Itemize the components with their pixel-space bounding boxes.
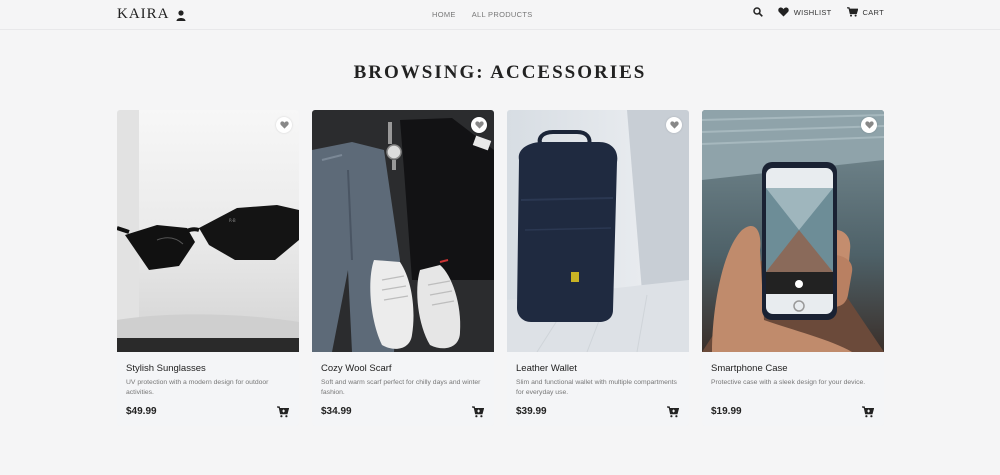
user-icon[interactable]: [176, 8, 186, 21]
nav-actions: WISHLIST CART: [752, 7, 884, 17]
nav-all-products-link[interactable]: ALL PRODUCTS: [472, 10, 533, 19]
product-image[interactable]: [507, 110, 689, 352]
heart-icon: [474, 121, 484, 129]
search-button[interactable]: [752, 7, 763, 17]
cart-icon: [846, 7, 858, 17]
product-price: $34.99: [321, 406, 352, 417]
product-info: Leather Wallet Slim and functional walle…: [507, 352, 689, 426]
product-info: Smartphone Case Protective case with a s…: [702, 352, 884, 426]
product-info: Stylish Sunglasses UV protection with a …: [117, 352, 299, 426]
page-title: BROWSING: ACCESSORIES: [353, 62, 647, 83]
add-to-cart-icon: [667, 406, 680, 418]
wishlist-toggle-button[interactable]: [276, 117, 292, 133]
product-price: $19.99: [711, 406, 742, 417]
nav-home-link[interactable]: HOME: [432, 10, 456, 19]
product-image[interactable]: [312, 110, 494, 352]
heart-icon: [669, 121, 679, 129]
search-icon: [752, 7, 763, 17]
product-description: Slim and functional wallet with multiple…: [516, 379, 677, 396]
product-description: UV protection with a modern design for o…: [126, 379, 269, 396]
product-name[interactable]: Stylish Sunglasses: [126, 363, 206, 374]
product-name[interactable]: Leather Wallet: [516, 363, 577, 374]
add-to-cart-icon: [862, 406, 875, 418]
product-description: Soft and warm scarf perfect for chilly d…: [321, 379, 481, 396]
add-to-cart-button[interactable]: [472, 405, 485, 418]
product-image[interactable]: [702, 110, 884, 352]
product-card-sunglasses[interactable]: R-B Stylish Sunglasses UV protection wit…: [117, 110, 299, 426]
top-navbar: KAIRA HOME ALL PRODUCTS WISHLIST CART: [0, 0, 1000, 30]
brand-logo[interactable]: KAIRA: [117, 6, 170, 23]
heart-icon: [864, 121, 874, 129]
cart-button[interactable]: CART: [846, 7, 884, 17]
product-card-phone-case[interactable]: Smartphone Case Protective case with a s…: [702, 110, 884, 426]
add-to-cart-icon: [472, 406, 485, 418]
add-to-cart-button[interactable]: [862, 405, 875, 418]
svg-text:R-B: R-B: [229, 218, 236, 223]
product-card-scarf[interactable]: Cozy Wool Scarf Soft and warm scarf perf…: [312, 110, 494, 426]
product-info: Cozy Wool Scarf Soft and warm scarf perf…: [312, 352, 494, 426]
heart-icon: [777, 7, 789, 17]
main-nav: HOME ALL PRODUCTS: [432, 10, 533, 19]
product-name[interactable]: Smartphone Case: [711, 363, 788, 374]
wishlist-button[interactable]: WISHLIST: [777, 7, 832, 17]
product-price: $39.99: [516, 406, 547, 417]
product-description: Protective case with a sleek design for …: [711, 379, 866, 386]
product-image[interactable]: R-B: [117, 110, 299, 352]
cart-label: CART: [862, 7, 884, 17]
wishlist-toggle-button[interactable]: [861, 117, 877, 133]
wishlist-label: WISHLIST: [793, 7, 832, 17]
heart-icon: [279, 121, 289, 129]
add-to-cart-button[interactable]: [277, 405, 290, 418]
add-to-cart-icon: [277, 406, 290, 418]
product-price: $49.99: [126, 406, 157, 417]
product-card-wallet[interactable]: Leather Wallet Slim and functional walle…: [507, 110, 689, 426]
add-to-cart-button[interactable]: [667, 405, 680, 418]
wishlist-toggle-button[interactable]: [471, 117, 487, 133]
product-name[interactable]: Cozy Wool Scarf: [321, 363, 392, 374]
wishlist-toggle-button[interactable]: [666, 117, 682, 133]
